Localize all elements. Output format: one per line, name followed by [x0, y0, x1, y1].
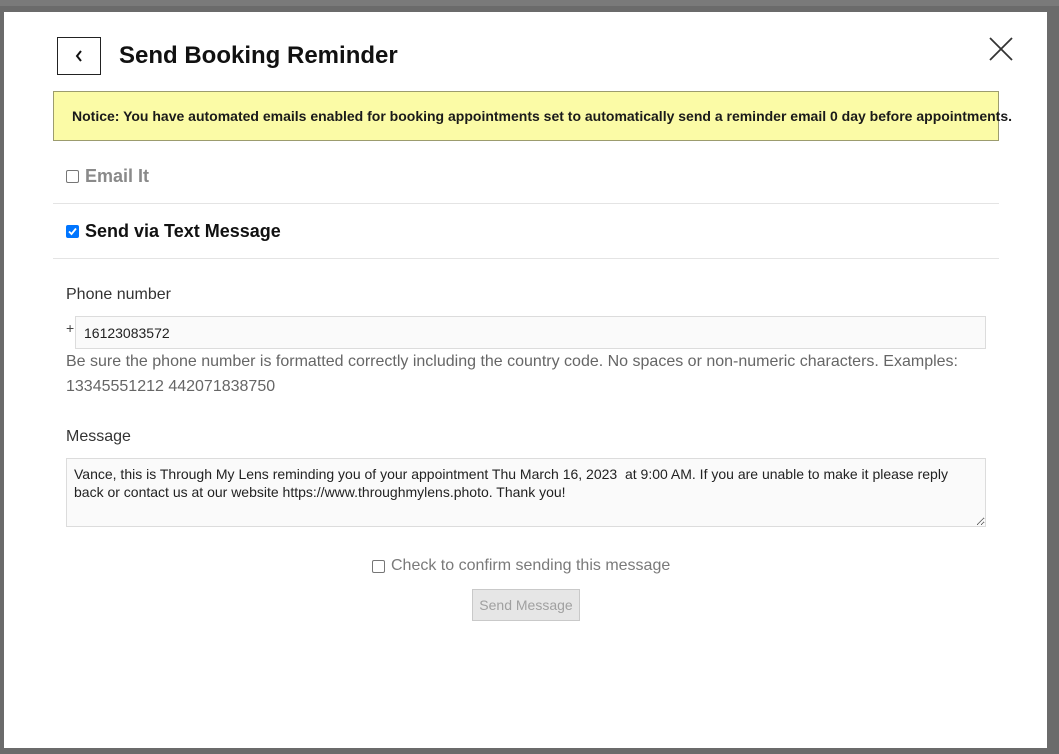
backdrop — [0, 0, 1059, 6]
confirm-row: Check to confirm sending this message — [372, 557, 670, 575]
sms-option-label[interactable]: Send via Text Message — [85, 221, 281, 242]
notice-text: Notice: You have automated emails enable… — [72, 108, 1013, 124]
email-checkbox[interactable] — [66, 169, 79, 183]
automation-notice: Notice: You have automated emails enable… — [53, 91, 1012, 141]
send-booking-reminder-modal: Send Booking Reminder Notice: You have a… — [4, 12, 1047, 748]
message-textarea[interactable]: Vance, this is Through My Lens reminding… — [66, 458, 986, 527]
message-label: Message — [66, 428, 131, 445]
email-option-label[interactable]: Email It — [85, 166, 149, 187]
confirm-checkbox[interactable] — [372, 559, 385, 573]
send-message-button[interactable]: Send Message — [472, 589, 580, 621]
confirm-label[interactable]: Check to confirm sending this message — [391, 557, 670, 575]
phone-number-label: Phone number — [66, 286, 171, 303]
phone-prefix: + — [66, 320, 75, 336]
checkmark-icon — [68, 227, 77, 235]
phone-number-input[interactable] — [75, 316, 986, 349]
close-icon — [988, 37, 1014, 66]
phone-help-text: Be sure the phone number is formatted co… — [66, 353, 958, 395]
sms-option-row: Send via Text Message — [53, 204, 999, 259]
back-button[interactable] — [57, 37, 101, 75]
chevron-left-icon — [74, 49, 84, 63]
sms-checkbox[interactable] — [66, 224, 79, 238]
modal-title: Send Booking Reminder — [119, 42, 398, 69]
email-option-row: Email It — [53, 149, 999, 204]
close-button[interactable] — [988, 36, 1014, 62]
